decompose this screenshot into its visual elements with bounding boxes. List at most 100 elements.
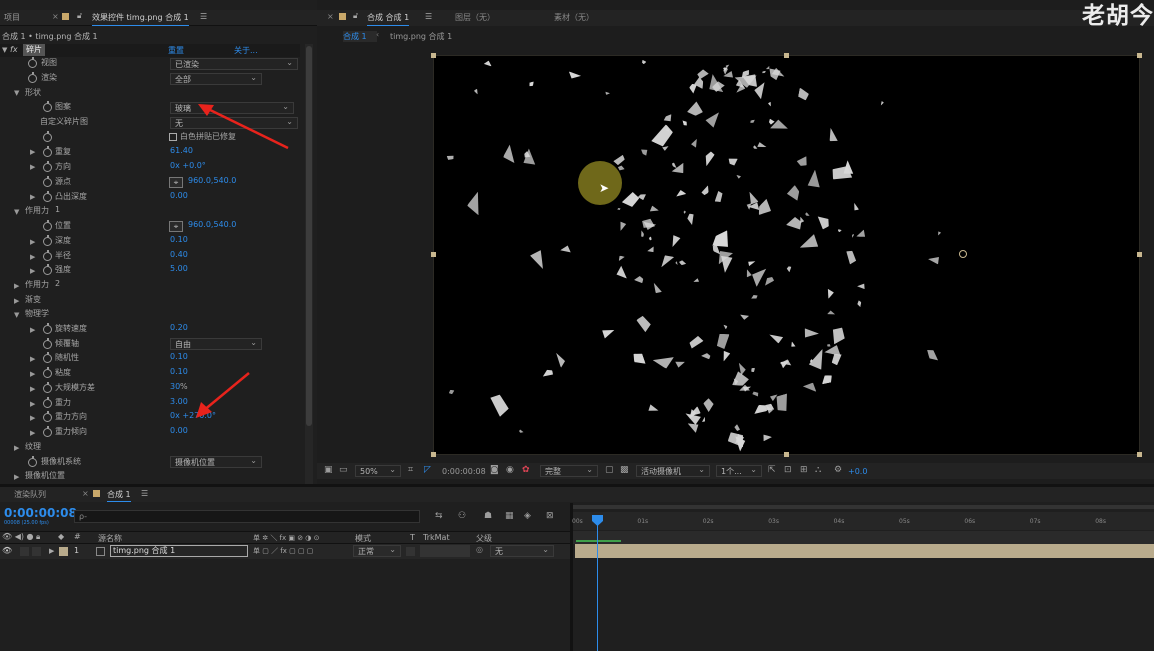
expand-triangle-icon[interactable]: ▼ (14, 208, 19, 216)
layer-duration-bar[interactable] (575, 544, 1154, 558)
show-snapshot-icon[interactable]: ◉ (506, 465, 514, 475)
work-area-bar[interactable] (573, 505, 1154, 509)
graph-editor-icon[interactable]: ⊠ (546, 511, 554, 521)
view-layout-dropdown[interactable]: 1个... (716, 464, 762, 477)
expand-triangle-icon[interactable]: ▶ (14, 282, 19, 290)
reset-link[interactable]: 重置 (168, 45, 184, 56)
stopwatch-icon[interactable] (28, 57, 37, 68)
stopwatch-icon[interactable] (43, 411, 52, 422)
stopwatch-icon[interactable] (43, 146, 52, 157)
render-dropdown[interactable]: 全部 (170, 72, 262, 85)
color-channels-icon[interactable]: ✿ (522, 465, 530, 475)
chevron-left-icon[interactable]: ‹ (376, 30, 379, 39)
fast-preview-icon[interactable]: ⊡ (784, 465, 792, 475)
transform-handle[interactable] (784, 53, 789, 58)
transform-handle[interactable] (1137, 452, 1142, 457)
tumble-dropdown[interactable]: 自由 (170, 337, 262, 350)
subtab-comp1[interactable]: 合成 1 (343, 31, 377, 42)
exposure-value[interactable]: +0.0 (848, 467, 867, 476)
about-link[interactable]: 关于... (234, 45, 258, 56)
panel-menu-icon[interactable]: ☰ (200, 12, 207, 21)
stopwatch-icon[interactable] (43, 101, 52, 112)
expand-triangle-icon[interactable]: ▶ (30, 326, 35, 334)
stopwatch-icon[interactable] (28, 456, 37, 467)
shy-layers-icon[interactable]: ☗ (484, 511, 492, 521)
expand-triangle-icon[interactable]: ▶ (14, 444, 19, 452)
camera-snapshot-icon[interactable]: ◙ (490, 465, 499, 475)
crosshair-icon[interactable]: ⌖ (169, 221, 183, 232)
expand-triangle-icon[interactable]: ▶ (30, 193, 35, 201)
stopwatch-icon[interactable] (43, 323, 52, 334)
stopwatch-icon[interactable] (43, 397, 52, 408)
lock-icon[interactable]: 🔓︎ (353, 11, 358, 21)
snapshot-icon[interactable]: ▣ (324, 465, 333, 475)
transform-handle[interactable] (1137, 53, 1142, 58)
radius-value[interactable]: 0.40 (170, 250, 188, 259)
gravity-inc-value[interactable]: 0.00 (170, 426, 188, 435)
expand-triangle-icon[interactable]: ▼ (14, 89, 19, 97)
expand-triangle-icon[interactable]: ▶ (30, 414, 35, 422)
eye-icon[interactable]: 👁︎ (2, 546, 12, 555)
anchor-point-icon[interactable] (959, 250, 967, 258)
close-icon[interactable]: × (327, 12, 334, 21)
expand-triangle-icon[interactable]: ▶ (49, 547, 54, 555)
mask-visibility-icon[interactable]: ◸ (424, 465, 431, 475)
label-tag-icon[interactable]: ◆ (58, 532, 64, 541)
strength-value[interactable]: 5.00 (170, 264, 188, 273)
white-fix-checkbox[interactable] (169, 133, 177, 141)
stopwatch-icon[interactable] (43, 338, 52, 349)
av-features-icons[interactable]: 👁︎ ◀︎) ● 🔒︎ (2, 532, 40, 542)
toggle-pixel-icon[interactable]: ⇱ (768, 465, 776, 475)
parent-dropdown[interactable]: 无 (490, 544, 554, 557)
transform-handle[interactable] (784, 452, 789, 457)
view-dropdown[interactable]: 已渲染 (170, 57, 298, 70)
close-icon[interactable]: × (82, 489, 89, 498)
tab-timeline-comp1[interactable]: 合成 1 (107, 489, 131, 502)
playhead-line[interactable] (597, 517, 598, 651)
grid-icon[interactable]: ⌗ (408, 465, 413, 475)
direction-value[interactable]: 0x +0.0° (170, 161, 206, 170)
randomness-value[interactable]: 0.10 (170, 352, 188, 361)
tab-footage[interactable]: 素材（无） (554, 12, 594, 23)
audio-toggle[interactable] (20, 547, 29, 556)
panel-menu-icon[interactable]: ☰ (425, 12, 432, 21)
tab-composition[interactable]: 合成 合成 1 (367, 12, 410, 26)
expand-triangle-icon[interactable]: ▶ (30, 238, 35, 246)
camera-system-dropdown[interactable]: 摄像机位置 (170, 455, 262, 468)
transparency-grid-icon[interactable]: ▩ (620, 465, 629, 475)
motion-blur-icon[interactable]: ◈ (524, 511, 531, 521)
scrollbar-thumb[interactable] (306, 46, 312, 426)
transform-handle[interactable] (431, 452, 436, 457)
expand-triangle-icon[interactable]: ▶ (30, 253, 35, 261)
collapse-triangle-icon[interactable]: ▼ (2, 46, 7, 54)
stopwatch-icon[interactable] (43, 352, 52, 363)
expand-triangle-icon[interactable]: ▶ (30, 355, 35, 363)
tab-render-queue[interactable]: 渲染队列 (14, 489, 46, 500)
trkmat-dropdown[interactable] (420, 545, 470, 557)
expand-triangle-icon[interactable]: ▼ (14, 311, 19, 319)
frame-blending-icon[interactable]: ▦ (505, 511, 514, 521)
switches-header[interactable]: 单 ✲ ＼ fx ▣ ⊘ ◑ ⊙ (253, 533, 320, 543)
parent-header[interactable]: 父级 (476, 533, 492, 544)
zoom-dropdown[interactable]: 50% (355, 464, 401, 477)
transform-handle[interactable] (431, 252, 436, 257)
preserve-transparency-toggle[interactable] (406, 547, 415, 556)
draft-3d-icon[interactable]: ⚇ (458, 511, 466, 521)
stopwatch-icon[interactable] (43, 382, 52, 393)
pickwhip-icon[interactable]: ◎ (476, 545, 483, 554)
timecode-display[interactable]: 0:00:00:08 (4, 506, 77, 520)
current-time-display[interactable]: 0:00:00:08 (442, 467, 486, 476)
expand-triangle-icon[interactable]: ▶ (14, 297, 19, 305)
stopwatch-icon[interactable] (43, 367, 52, 378)
fx-icon[interactable]: fx (10, 45, 18, 54)
expand-triangle-icon[interactable]: ▶ (30, 429, 35, 437)
flowchart-icon[interactable]: ⛬ (815, 465, 821, 475)
stopwatch-icon[interactable] (43, 191, 52, 202)
panel-menu-icon[interactable]: ☰ (141, 489, 148, 498)
tab-layer[interactable]: 图层（无） (455, 12, 495, 23)
origin-value[interactable]: 960.0,540.0 (188, 176, 236, 185)
expand-triangle-icon[interactable]: ▶ (30, 370, 35, 378)
layer-name[interactable]: timg.png 合成 1 (110, 545, 248, 557)
effect-name[interactable]: 碎片 (23, 44, 45, 56)
expand-triangle-icon[interactable]: ▶ (30, 400, 35, 408)
